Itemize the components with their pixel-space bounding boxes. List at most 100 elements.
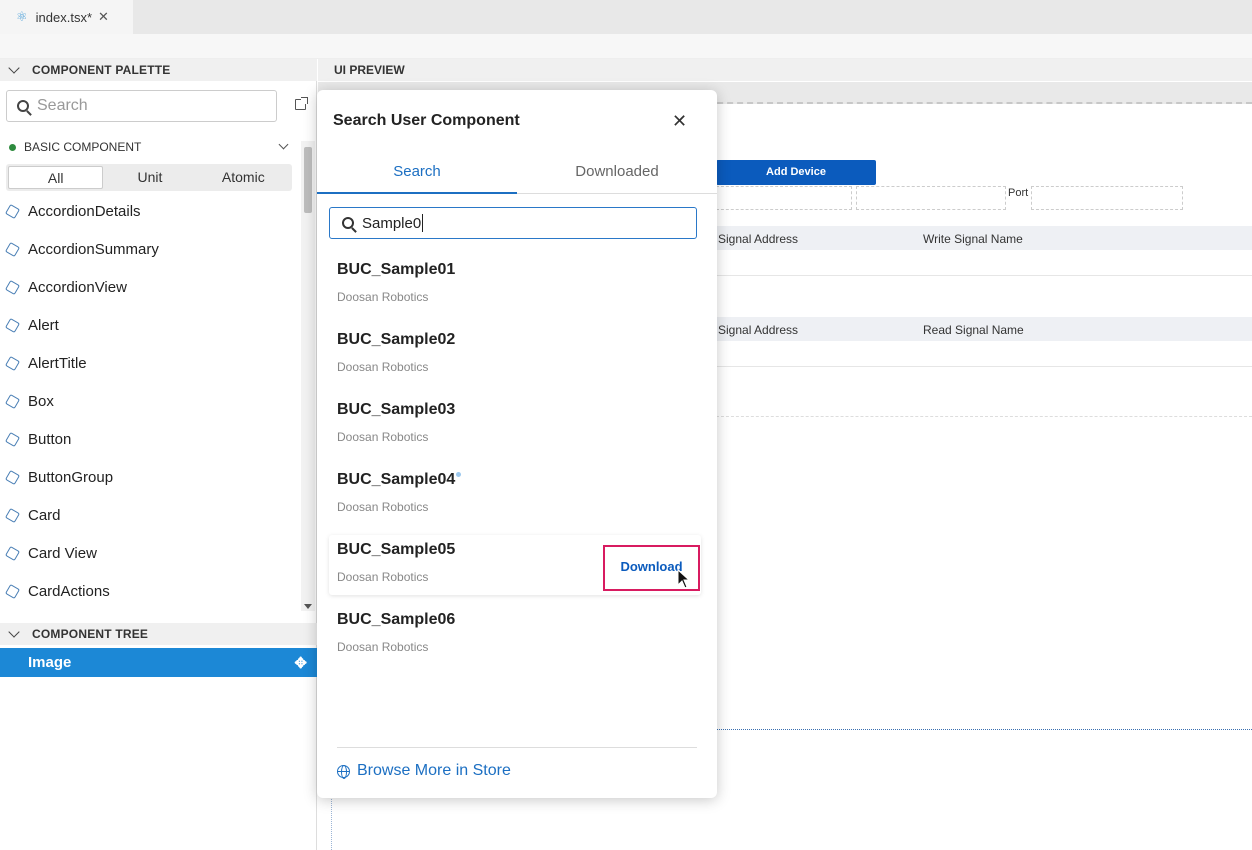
- component-item[interactable]: AlertTitle: [0, 344, 300, 382]
- close-tab-icon[interactable]: ✕: [98, 9, 109, 25]
- tree-item-selected[interactable]: Image ✥: [0, 648, 317, 677]
- cube-icon: [4, 507, 21, 523]
- divider: [716, 275, 1252, 276]
- scroll-down-icon[interactable]: [304, 604, 312, 609]
- component-search-input[interactable]: Sample0: [329, 207, 697, 239]
- palette-header[interactable]: COMPONENT PALETTE: [0, 59, 317, 81]
- result-publisher: Doosan Robotics: [337, 640, 429, 654]
- editor-tab[interactable]: ⚛ index.tsx* ✕: [0, 0, 133, 34]
- tab-downloaded[interactable]: Downloaded: [517, 152, 717, 194]
- palette-search-placeholder: Search: [37, 97, 88, 114]
- result-item[interactable]: BUC_Sample02 Doosan Robotics: [329, 325, 701, 385]
- chevron-down-icon: [8, 62, 20, 74]
- scroll-thumb[interactable]: [304, 147, 312, 213]
- read-address-header: Signal Address: [718, 323, 799, 337]
- write-name-header: Write Signal Name: [923, 232, 1023, 246]
- cube-icon: [4, 241, 21, 257]
- device-field[interactable]: [716, 186, 852, 210]
- write-address-header: Signal Address: [718, 232, 799, 246]
- component-item[interactable]: Button: [0, 420, 300, 458]
- chevron-down-icon: [278, 139, 289, 150]
- cube-icon: [4, 469, 21, 485]
- result-item[interactable]: BUC_Sample05 Doosan Robotics Download: [329, 535, 701, 595]
- write-signal-header: Signal Address Write Signal Name: [716, 226, 1252, 250]
- port-label: Port: [1008, 187, 1029, 199]
- tab-search[interactable]: Search: [317, 152, 517, 194]
- tree-header[interactable]: COMPONENT TREE: [0, 623, 317, 645]
- filter-atomic[interactable]: Atomic: [197, 166, 290, 189]
- chevron-down-icon: [8, 626, 20, 638]
- result-name: BUC_Sample06: [337, 611, 456, 628]
- filter-segmented-control: All Unit Atomic: [6, 164, 292, 191]
- divider: [716, 366, 1252, 367]
- result-item[interactable]: BUC_Sample01 Doosan Robotics: [329, 255, 701, 315]
- add-device-button[interactable]: Add Device: [716, 160, 876, 185]
- tree-header-label: COMPONENT TREE: [32, 627, 149, 641]
- component-label: Card View: [28, 544, 97, 562]
- dialog-footer: Browse More in Store: [337, 747, 697, 779]
- mouse-cursor-icon: [677, 569, 691, 589]
- component-label: AccordionSummary: [28, 240, 159, 258]
- globe-icon: [337, 764, 350, 779]
- basic-component-group[interactable]: BASIC COMPONENT: [9, 139, 299, 155]
- result-name: BUC_Sample02: [337, 331, 456, 348]
- cube-icon: [4, 583, 21, 599]
- result-name: BUC_Sample04: [337, 471, 456, 488]
- search-icon: [342, 217, 354, 229]
- component-item[interactable]: AccordionDetails: [0, 192, 300, 230]
- open-external-icon[interactable]: [295, 97, 308, 110]
- result-publisher: Doosan Robotics: [337, 430, 429, 444]
- palette-search-input[interactable]: Search: [6, 90, 277, 122]
- component-label: Alert: [28, 316, 59, 334]
- loading-dot: [456, 472, 461, 477]
- component-label: Card: [28, 506, 61, 524]
- component-item[interactable]: AccordionSummary: [0, 230, 300, 268]
- port-field[interactable]: [1031, 186, 1183, 210]
- cube-icon: [4, 317, 21, 333]
- component-item[interactable]: Card: [0, 496, 300, 534]
- component-item[interactable]: CardActions: [0, 572, 300, 610]
- component-item[interactable]: Box: [0, 382, 300, 420]
- cube-icon: [4, 279, 21, 295]
- palette-header-label: COMPONENT PALETTE: [32, 63, 171, 77]
- component-label: AlertTitle: [28, 354, 87, 372]
- result-publisher: Doosan Robotics: [337, 360, 429, 374]
- dialog-title: Search User Component: [333, 112, 520, 129]
- result-item[interactable]: BUC_Sample04 Doosan Robotics: [329, 465, 701, 525]
- component-item[interactable]: AccordionView: [0, 268, 300, 306]
- dialog-tabs: Search Downloaded: [317, 152, 717, 194]
- component-list: AccordionDetails AccordionSummary Accord…: [0, 192, 300, 610]
- selection-outline: [716, 729, 1252, 730]
- filter-unit[interactable]: Unit: [103, 166, 196, 189]
- cube-icon: [4, 355, 21, 371]
- browse-store-link[interactable]: Browse More in Store: [337, 762, 511, 780]
- component-label: CardActions: [28, 582, 110, 600]
- filter-all[interactable]: All: [8, 166, 104, 189]
- component-label: ButtonGroup: [28, 468, 114, 486]
- group-label: BASIC COMPONENT: [24, 140, 142, 154]
- preview-header: UI PREVIEW: [318, 59, 1252, 81]
- result-name: BUC_Sample01: [337, 261, 456, 278]
- browse-store-label: Browse More in Store: [357, 762, 511, 779]
- search-icon: [17, 100, 29, 112]
- component-item[interactable]: Alert: [0, 306, 300, 344]
- left-panel: COMPONENT PALETTE Search BASIC COMPONENT…: [0, 59, 317, 850]
- component-label: AccordionDetails: [28, 202, 141, 220]
- divider: [716, 416, 1252, 417]
- toolbar-strip: [0, 34, 1252, 59]
- editor-tab-label: index.tsx*: [35, 9, 93, 25]
- address-field[interactable]: [856, 186, 1006, 210]
- move-icon[interactable]: ✥: [294, 654, 307, 672]
- palette-scrollbar[interactable]: [301, 141, 315, 611]
- search-user-component-dialog: Search User Component ✕ Search Downloade…: [317, 90, 717, 798]
- close-icon[interactable]: ✕: [672, 111, 687, 132]
- cube-icon: [4, 545, 21, 561]
- editor-tab-bar: ⚛ index.tsx* ✕: [0, 0, 1252, 34]
- component-item[interactable]: ButtonGroup: [0, 458, 300, 496]
- cube-icon: [4, 203, 21, 219]
- component-item[interactable]: Card View: [0, 534, 300, 572]
- cube-icon: [4, 393, 21, 409]
- result-item[interactable]: BUC_Sample03 Doosan Robotics: [329, 395, 701, 455]
- result-item[interactable]: BUC_Sample06 Doosan Robotics: [329, 605, 701, 665]
- result-name: BUC_Sample05: [337, 541, 456, 558]
